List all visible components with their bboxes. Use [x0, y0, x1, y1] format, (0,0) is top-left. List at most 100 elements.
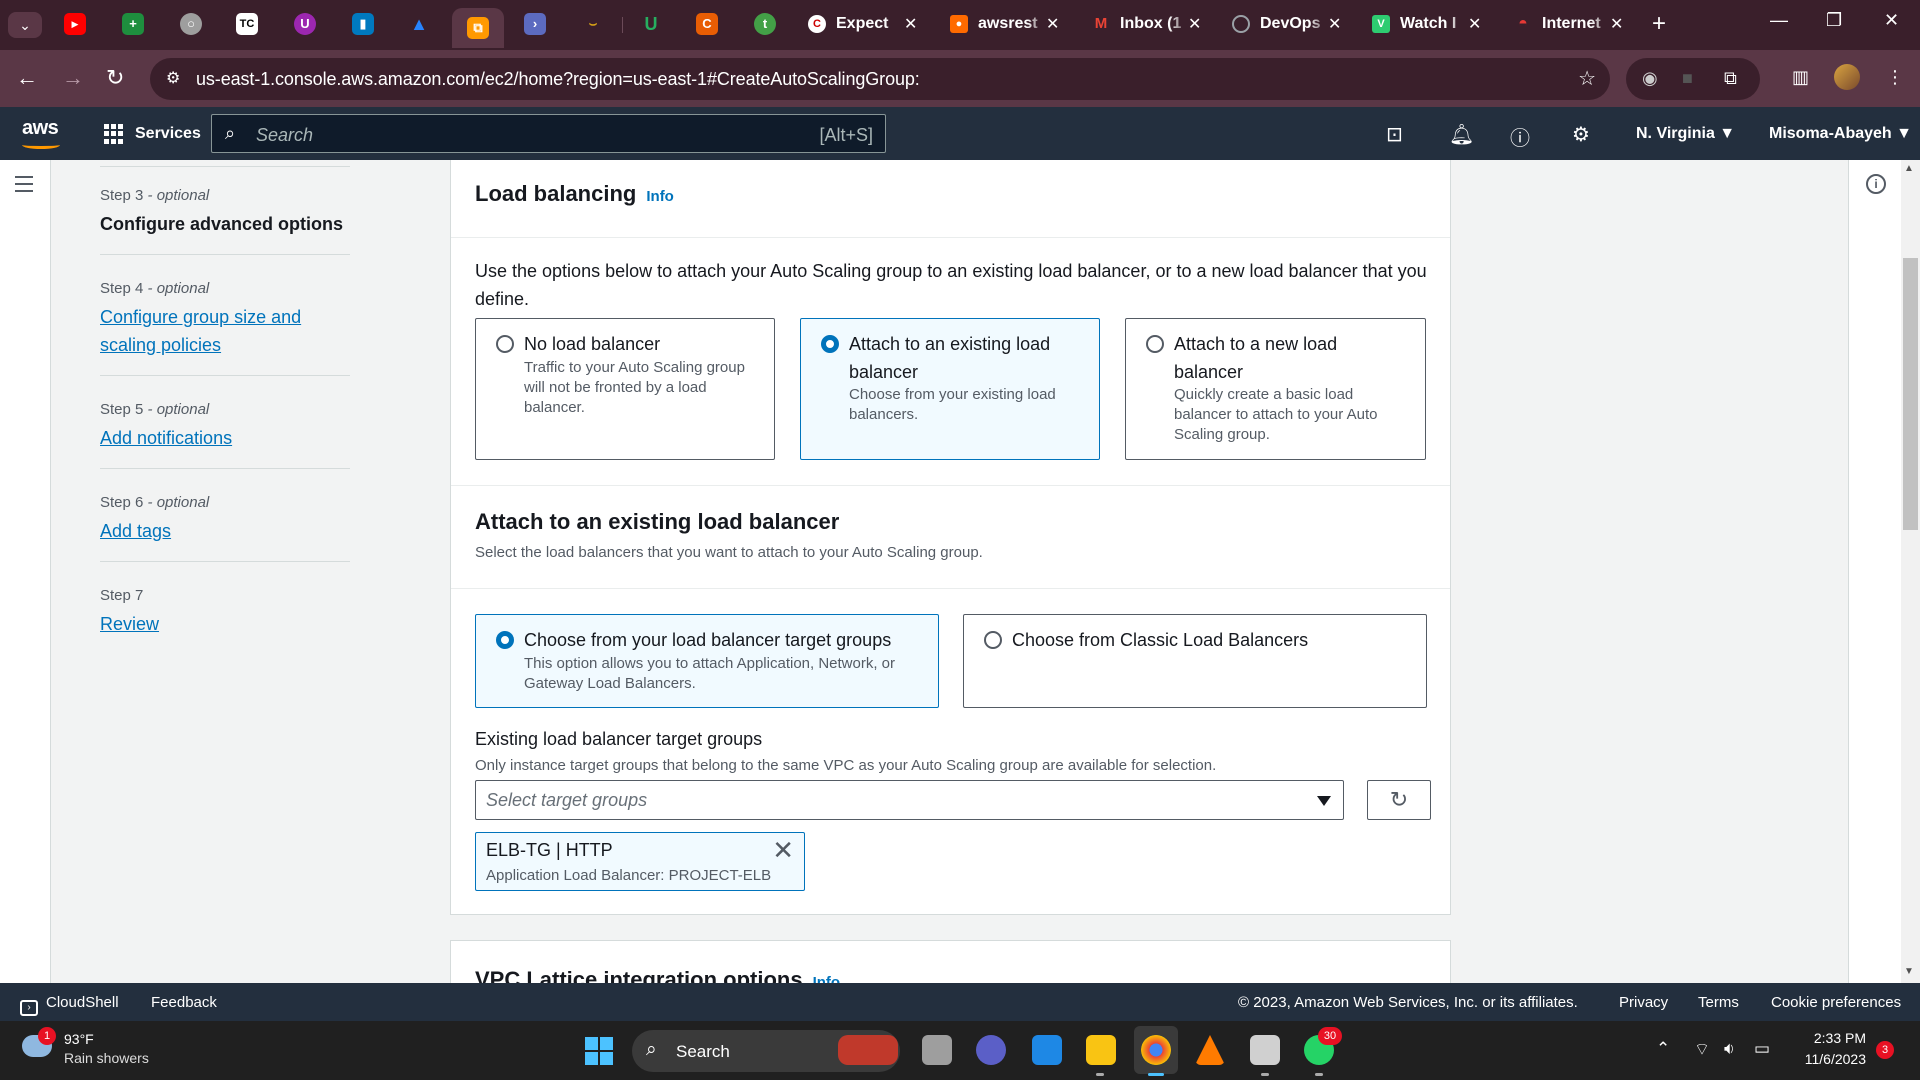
mail-icon[interactable] — [1032, 1035, 1062, 1065]
close-icon[interactable]: ✕ — [1046, 14, 1059, 34]
account-menu[interactable]: Misoma-Abayeh ▼ — [1769, 125, 1912, 143]
tab-watch[interactable]: V Watch I ✕ — [1372, 10, 1488, 40]
radio-button[interactable] — [496, 335, 514, 353]
sheets-pinned-tab[interactable]: + — [122, 13, 144, 35]
step-divider — [100, 254, 350, 255]
terms-link[interactable]: Terms — [1698, 994, 1739, 1011]
info-link[interactable]: Info — [646, 188, 674, 205]
close-icon[interactable]: ✕ — [1188, 14, 1201, 34]
services-grid-icon[interactable] — [104, 124, 124, 144]
radio-button-selected[interactable] — [821, 335, 839, 353]
codechef-pinned-tab[interactable]: TC — [236, 13, 258, 35]
target-groups-select[interactable]: Select target groups — [475, 780, 1344, 820]
puzzle-icon[interactable]: ⧉ — [1724, 68, 1737, 89]
option-no-load-balancer[interactable]: No load balancer Traffic to your Auto Sc… — [475, 318, 775, 460]
tab-awsrest[interactable]: ● awsrest ✕ — [950, 10, 1066, 40]
url-text[interactable]: us-east-1.console.aws.amazon.com/ec2/hom… — [196, 69, 920, 90]
snipping-tool-icon[interactable] — [1250, 1035, 1280, 1065]
weather-temperature[interactable]: 93°F — [64, 1031, 94, 1047]
clock-date[interactable]: 11/6/2023 — [1796, 1051, 1866, 1067]
step-link-group-size[interactable]: Configure group size and scaling policie… — [100, 303, 315, 359]
chrome-icon[interactable] — [1141, 1035, 1171, 1065]
option-new-load-balancer[interactable]: Attach to a new load balancer Quickly cr… — [1125, 318, 1426, 460]
notification-badge[interactable]: 3 — [1876, 1041, 1894, 1059]
step-link-review[interactable]: Review — [100, 610, 350, 638]
step-link-tags[interactable]: Add tags — [100, 517, 350, 545]
file-explorer-icon[interactable] — [1086, 1035, 1116, 1065]
tab-devops[interactable]: DevOps ✕ — [1232, 10, 1348, 40]
radio-button[interactable] — [984, 631, 1002, 649]
clock-time[interactable]: 2:33 PM — [1796, 1030, 1866, 1046]
trello-pinned-tab[interactable]: ▮ — [352, 13, 374, 35]
search-highlight-icon[interactable] — [838, 1035, 898, 1065]
chrome-menu-icon[interactable]: ⋮ — [1886, 67, 1904, 88]
step-link-notifications[interactable]: Add notifications — [100, 424, 350, 452]
cookie-preferences-link[interactable]: Cookie preferences — [1771, 994, 1901, 1011]
reload-button[interactable]: ↻ — [106, 65, 124, 91]
option-classic-load-balancers[interactable]: Choose from Classic Load Balancers — [963, 614, 1427, 708]
wifi-icon[interactable]: ⌔ — [1694, 1039, 1710, 1060]
site-info-icon[interactable]: ⚙ — [166, 68, 180, 88]
refresh-button[interactable]: ↻ — [1367, 780, 1431, 820]
extension-icon[interactable]: ■ — [1682, 68, 1693, 89]
avatar[interactable] — [1834, 64, 1860, 90]
chevron-up-icon[interactable]: ⌃ — [1656, 1039, 1670, 1059]
terminal-pinned-tab[interactable]: › — [524, 13, 546, 35]
close-icon[interactable]: ✕ — [904, 14, 917, 34]
new-tab-button[interactable]: + — [1652, 10, 1666, 38]
close-icon[interactable]: ✕ — [1328, 14, 1341, 34]
info-icon[interactable]: i — [1866, 174, 1886, 194]
gear-icon[interactable]: ⚙ — [1572, 122, 1590, 147]
forward-button[interactable]: → — [62, 65, 84, 91]
hamburger-menu-icon[interactable] — [15, 176, 33, 197]
scroll-up-arrow[interactable]: ▲ — [1904, 163, 1914, 174]
tab-expect[interactable]: C Expect ✕ — [808, 10, 924, 40]
amazon-pinned-tab[interactable]: ⌣ — [582, 13, 604, 35]
close-icon[interactable]: ✕ — [1610, 14, 1623, 34]
grammarly-icon[interactable]: ◉ — [1642, 68, 1658, 89]
vlc-icon[interactable] — [1195, 1035, 1225, 1065]
help-icon[interactable]: ⓘ — [1510, 122, 1530, 151]
tab-search-button[interactable]: ⌄ — [8, 12, 42, 38]
windows-start-icon[interactable] — [585, 1037, 613, 1065]
back-button[interactable]: ← — [16, 65, 38, 91]
radio-button-selected[interactable] — [496, 631, 514, 649]
bookmark-star-icon[interactable]: ☆ — [1578, 66, 1596, 91]
bell-icon[interactable]: 🔔︎ — [1449, 122, 1474, 147]
battery-icon[interactable]: ▭ — [1754, 1039, 1770, 1059]
globe-pinned-tab[interactable]: ○ — [180, 13, 202, 35]
scroll-down-arrow[interactable]: ▼ — [1904, 966, 1914, 977]
aws-logo[interactable]: aws — [22, 117, 59, 140]
cloudshell-icon[interactable]: ⊡ — [1386, 122, 1403, 147]
cloudshell-button[interactable]: › CloudShell — [20, 994, 119, 1016]
t-pinned-tab[interactable]: t — [754, 13, 776, 35]
task-view-icon[interactable] — [922, 1035, 952, 1065]
tab-inbox[interactable]: M Inbox (1 ✕ — [1092, 10, 1208, 40]
search-input[interactable]: ⌕ Search [Alt+S] — [211, 114, 886, 153]
udemy-pinned-tab[interactable]: U — [294, 13, 316, 35]
region-selector[interactable]: N. Virginia ▼ — [1636, 125, 1735, 143]
side-panel-icon[interactable]: ▥ — [1792, 67, 1809, 88]
teams-icon[interactable] — [976, 1035, 1006, 1065]
youtube-pinned-tab[interactable]: ▶ — [64, 13, 86, 35]
weather-description[interactable]: Rain showers — [64, 1050, 149, 1066]
scrollbar-thumb[interactable] — [1903, 258, 1918, 530]
close-icon[interactable]: ✕ — [1468, 14, 1481, 34]
option-target-groups[interactable]: Choose from your load balancer target gr… — [475, 614, 939, 708]
aws-active-tab[interactable]: ⧉ — [452, 8, 504, 48]
option-existing-load-balancer[interactable]: Attach to an existing load balancer Choo… — [800, 318, 1100, 460]
coursera-pinned-tab[interactable]: C — [696, 13, 718, 35]
upwork-pinned-tab[interactable]: U — [640, 13, 662, 35]
close-window-button[interactable]: ✕ — [1884, 10, 1899, 31]
privacy-link[interactable]: Privacy — [1619, 994, 1668, 1011]
radio-button[interactable] — [1146, 335, 1164, 353]
jira-pinned-tab[interactable]: ▲ — [408, 13, 430, 35]
restore-button[interactable]: ❐ — [1826, 10, 1842, 31]
tab-internet[interactable]: ◓ Internet ✕ — [1514, 10, 1630, 40]
volume-icon[interactable]: 🔉︎ — [1724, 1039, 1735, 1059]
services-menu[interactable]: Services — [135, 125, 201, 143]
remove-token-icon[interactable]: ✕ — [772, 835, 794, 866]
feedback-link[interactable]: Feedback — [151, 994, 217, 1011]
address-bar[interactable]: ⚙ us-east-1.console.aws.amazon.com/ec2/h… — [150, 58, 1610, 100]
minimize-button[interactable]: — — [1770, 10, 1788, 31]
